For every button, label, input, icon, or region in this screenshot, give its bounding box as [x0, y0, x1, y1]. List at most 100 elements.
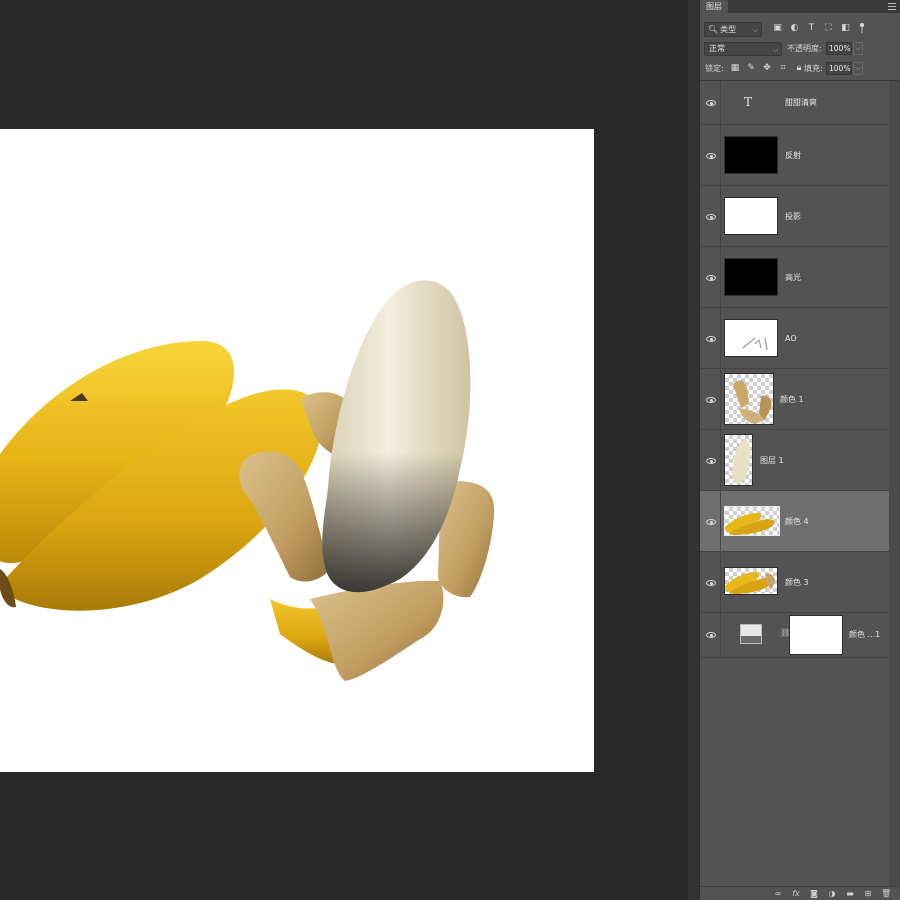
lock-artboard-icon[interactable]: ⌗: [778, 62, 788, 74]
layer-row-selected[interactable]: 颜色 4: [700, 491, 889, 552]
eye-icon[interactable]: [706, 397, 716, 403]
chevron-down-icon: ⌵: [752, 26, 758, 34]
bananas-thumbnail-art: [725, 513, 775, 535]
layer-name[interactable]: 颜色 1: [780, 395, 804, 405]
type-filter-icon[interactable]: T: [806, 23, 817, 34]
layer-name[interactable]: 图层 1: [760, 456, 784, 466]
eye-icon[interactable]: [706, 275, 716, 281]
layer-name[interactable]: 高光: [785, 273, 801, 283]
layer-name[interactable]: 颜色 3: [785, 578, 809, 588]
filter-toggle-icon[interactable]: [858, 22, 866, 34]
layer-row[interactable]: 投影: [700, 186, 889, 247]
bananas-thumbnail-art: [725, 572, 775, 594]
fill-label: 填充:: [804, 64, 823, 73]
opacity-dropdown-icon[interactable]: ⌵: [853, 42, 863, 55]
layer-thumbnail[interactable]: [724, 567, 778, 595]
visibility-column: [700, 81, 721, 124]
visibility-column: [700, 247, 721, 307]
layers-panel-footer: ∞ fx ◙ ◑ ▬ ⊞ 🗑︎: [700, 886, 900, 900]
opacity-label: 不透明度:: [787, 44, 822, 53]
layer-row[interactable]: 颜色 3: [700, 552, 889, 613]
eye-icon[interactable]: [706, 214, 716, 220]
link-layers-icon[interactable]: ∞: [773, 888, 783, 899]
layer-thumbnail[interactable]: [724, 258, 778, 296]
text-layer-icon: T: [744, 95, 753, 109]
canvas-workspace[interactable]: [0, 0, 688, 900]
layer-thumbnail[interactable]: [724, 506, 780, 536]
visibility-column: [700, 308, 721, 368]
search-icon: 🔍︎: [708, 25, 719, 34]
layer-row[interactable]: T 甜甜清爽: [700, 81, 889, 125]
tab-layers[interactable]: 图层: [700, 0, 728, 13]
layer-name[interactable]: AO: [785, 334, 797, 344]
eye-icon[interactable]: [706, 580, 716, 586]
layer-name[interactable]: 颜色 ...1: [849, 630, 880, 640]
new-layer-icon[interactable]: ⊞: [863, 888, 873, 899]
blend-mode-select[interactable]: 正常 ⌵: [704, 42, 782, 56]
layer-mask-thumbnail[interactable]: [789, 615, 843, 655]
visibility-column: [700, 186, 721, 246]
layer-thumbnail[interactable]: [724, 319, 778, 357]
ao-thumbnail-art: [742, 337, 768, 351]
peel-thumbnail-art: [733, 380, 772, 424]
delete-layer-icon[interactable]: 🗑︎: [881, 888, 891, 899]
layer-thumbnail[interactable]: [724, 373, 774, 425]
fill-dropdown-icon[interactable]: ⌵: [853, 62, 863, 75]
new-group-icon[interactable]: ▬: [845, 888, 855, 899]
layer-row[interactable]: AO: [700, 308, 889, 369]
layer-name[interactable]: 颜色 4: [785, 517, 809, 527]
eye-icon[interactable]: [706, 153, 716, 159]
visibility-column: [700, 613, 721, 657]
adjustment-filter-icon[interactable]: ◐: [789, 23, 800, 34]
lock-label: 锁定:: [705, 64, 724, 73]
eye-icon[interactable]: [706, 632, 716, 638]
lock-transparent-pixels-icon[interactable]: ▦: [730, 62, 740, 74]
document-canvas[interactable]: [0, 129, 594, 772]
layers-scrollbar[interactable]: [889, 81, 900, 887]
layers-panel: 图层 🔍︎ 类型 ⌵ ▣ ◐ T ⛶ ◧ 正常 ⌵ 不透明度: 100% ⌵ 锁定…: [699, 0, 900, 900]
layer-thumbnail[interactable]: [724, 197, 778, 235]
visibility-column: [700, 430, 721, 490]
blend-mode-value: 正常: [709, 44, 725, 53]
adjustment-layer-icon: [740, 624, 762, 644]
panel-menu-icon[interactable]: [888, 3, 896, 10]
layer-name[interactable]: 投影: [785, 212, 801, 222]
new-adjustment-layer-icon[interactable]: ◑: [827, 888, 837, 899]
layer-row[interactable]: 反射: [700, 125, 889, 186]
filter-type-label: 类型: [720, 25, 737, 34]
fruit-thumbnail-art: [732, 439, 751, 484]
lock-icon-group: ▦ ✎ ✥ ⌗ 🔒︎: [730, 62, 804, 74]
banana-artwork: [0, 280, 495, 681]
eye-icon[interactable]: [706, 100, 716, 106]
layer-row[interactable]: 高光: [700, 247, 889, 308]
layer-row[interactable]: 图层 1: [700, 430, 889, 491]
layer-name[interactable]: 反射: [785, 151, 801, 161]
eye-icon[interactable]: [706, 336, 716, 342]
filter-icon-group: ▣ ◐ T ⛶ ◧: [772, 23, 851, 37]
visibility-column: [700, 369, 721, 429]
pixel-filter-icon[interactable]: ▣: [772, 23, 783, 34]
eye-icon[interactable]: [706, 519, 716, 525]
smart-object-filter-icon[interactable]: ◧: [840, 23, 851, 34]
lock-position-icon[interactable]: ✥: [762, 62, 772, 74]
visibility-column: [700, 125, 721, 185]
footer-icon-group: ∞ fx ◙ ◑ ▬ ⊞ 🗑︎: [773, 888, 892, 899]
shape-filter-icon[interactable]: ⛶: [823, 23, 834, 34]
visibility-column: [700, 491, 721, 551]
panel-tab-bar: 图层: [700, 0, 900, 13]
layer-name[interactable]: 甜甜清爽: [785, 98, 817, 108]
layer-thumbnail[interactable]: [724, 136, 778, 174]
lock-image-pixels-icon[interactable]: ✎: [746, 62, 756, 74]
layer-row[interactable]: 颜色 1: [700, 369, 889, 430]
layer-style-icon[interactable]: fx: [791, 888, 801, 899]
visibility-column: [700, 552, 721, 612]
layer-thumbnail[interactable]: [724, 434, 753, 486]
fill-field[interactable]: 100%: [826, 62, 852, 75]
eye-icon[interactable]: [706, 458, 716, 464]
layer-row[interactable]: ⛓ 颜色 ...1: [700, 613, 889, 658]
chevron-down-icon: ⌵: [772, 46, 778, 54]
opacity-field[interactable]: 100%: [826, 42, 852, 55]
layer-filter-select[interactable]: 🔍︎ 类型 ⌵: [704, 22, 762, 37]
lock-all-icon[interactable]: 🔒︎: [794, 62, 804, 74]
add-mask-icon[interactable]: ◙: [809, 888, 819, 899]
